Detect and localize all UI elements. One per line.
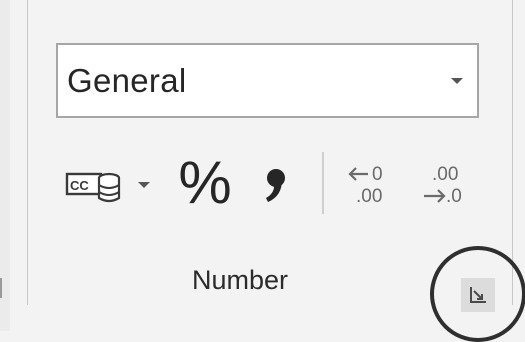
svg-text:.00: .00 <box>356 186 382 207</box>
accounting-format-button[interactable]: CC <box>60 160 128 212</box>
chevron-down-icon[interactable] <box>451 78 463 84</box>
svg-text:0: 0 <box>372 164 383 185</box>
toolbar-separator <box>322 152 324 214</box>
svg-text:.0: .0 <box>446 186 462 207</box>
percent-icon: % <box>178 149 232 216</box>
dialog-launcher-icon <box>470 287 486 303</box>
decrease-decimal-icon: .00 .0 <box>424 164 462 207</box>
increase-decimal-button[interactable]: 0 .00 <box>344 152 408 214</box>
accounting-format-icon: CC <box>65 172 121 203</box>
decrease-decimal-button[interactable]: .00 .0 <box>420 152 484 214</box>
group-divider <box>27 0 28 305</box>
number-format-value: General <box>67 61 187 99</box>
increase-decimal-icon: 0 .00 <box>348 164 383 207</box>
number-format-dialog-launcher[interactable] <box>461 278 495 312</box>
accounting-format-dropdown-icon[interactable] <box>138 182 150 188</box>
svg-text:CC: CC <box>70 178 89 193</box>
comma-style-button[interactable] <box>255 150 295 216</box>
number-group-label: Number <box>191 265 289 295</box>
group-divider <box>512 0 513 305</box>
number-format-dropdown[interactable]: General <box>56 43 479 118</box>
comma-style-icon <box>266 169 285 202</box>
percent-style-button[interactable]: % <box>172 150 238 216</box>
svg-text:.00: .00 <box>432 164 458 185</box>
